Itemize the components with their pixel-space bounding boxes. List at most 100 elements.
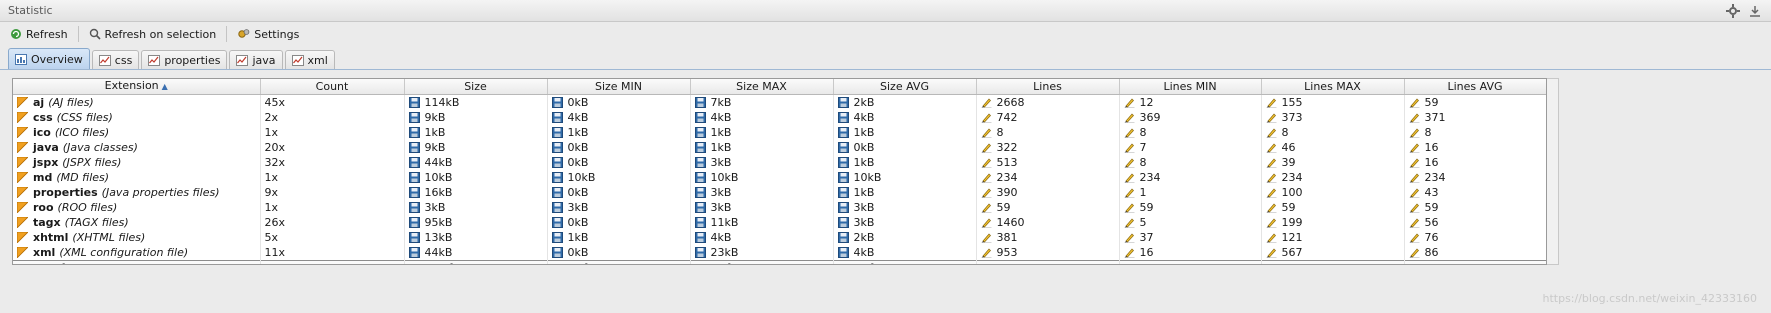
pencil-lines-icon bbox=[1409, 143, 1419, 153]
search-icon bbox=[89, 28, 101, 40]
value-size-min: 0kB bbox=[567, 156, 589, 169]
settings-button[interactable]: Settings bbox=[235, 28, 301, 41]
column-header-lines[interactable]: Lines bbox=[976, 79, 1120, 95]
total-row: Total: 153x 362kB 23kB 74kB 36kB 7730 756 1901 10… bbox=[13, 260, 1546, 265]
value-size-min: 0kB bbox=[567, 141, 589, 154]
cell-lines-max: 121 bbox=[1261, 230, 1405, 245]
table-row[interactable]: md (MD files) 1x 10kB 10kB 10kB 10kB 234 234 234 2… bbox=[13, 170, 1546, 185]
value-lines-avg: 16 bbox=[1424, 156, 1439, 169]
cell-lines: 742 bbox=[976, 110, 1120, 125]
value-lines-avg: 86 bbox=[1424, 246, 1439, 259]
disk-size-icon bbox=[408, 172, 420, 183]
pencil-lines-icon bbox=[1124, 113, 1134, 123]
disk-size-icon bbox=[694, 157, 706, 168]
pencil-lines-icon bbox=[1409, 264, 1420, 265]
total-size: 362kB bbox=[425, 262, 467, 264]
tab-overview[interactable]: Overview bbox=[8, 48, 90, 69]
tab-xml[interactable]: xml bbox=[284, 50, 335, 69]
table-row[interactable]: jspx (JSPX files) 32x 44kB 0kB 3kB 1kB 513 8 39 16 bbox=[13, 155, 1546, 170]
cell-lines: 8 bbox=[976, 125, 1120, 140]
value-lines-avg: 371 bbox=[1424, 111, 1446, 124]
pencil-lines-icon bbox=[1409, 128, 1419, 138]
column-header-size-max[interactable]: Size MAX bbox=[690, 79, 834, 95]
column-header-lines-avg[interactable]: Lines AVG bbox=[1404, 79, 1546, 95]
column-header-size-avg[interactable]: Size AVG bbox=[833, 79, 977, 95]
table-row[interactable]: ico (ICO files) 1x 1kB 1kB 1kB 1kB 8 8 8 8 bbox=[13, 125, 1546, 140]
minimize-icon[interactable] bbox=[1747, 3, 1763, 19]
extension-name: jspx bbox=[33, 156, 59, 169]
table-row[interactable]: xhtml (XHTML files) 5x 13kB 1kB 4kB 2kB 381 37 12… bbox=[13, 230, 1546, 245]
chart-icon bbox=[98, 54, 111, 66]
refresh-button[interactable]: Refresh bbox=[8, 28, 70, 41]
value-size: 3kB bbox=[424, 201, 446, 214]
cell-extension: java (Java classes) bbox=[13, 140, 261, 155]
cell-size: 44kB bbox=[404, 155, 548, 170]
cell-size-min: 0kB bbox=[547, 245, 691, 261]
vertical-scrollbar[interactable] bbox=[1547, 78, 1559, 265]
tab-css[interactable]: css bbox=[91, 50, 140, 69]
cell-lines-max: 46 bbox=[1261, 140, 1405, 155]
value-size: 44kB bbox=[424, 156, 453, 169]
value-lines-avg: 59 bbox=[1424, 201, 1439, 214]
pencil-lines-icon bbox=[1124, 188, 1134, 198]
column-header-lines-max[interactable]: Lines MAX bbox=[1261, 79, 1405, 95]
value-lines-avg: 59 bbox=[1424, 96, 1439, 109]
value-size-min: 0kB bbox=[567, 246, 589, 259]
cell-count: 1x bbox=[260, 200, 405, 215]
pencil-lines-icon bbox=[981, 143, 991, 153]
value-lines-max: 155 bbox=[1281, 96, 1303, 109]
disk-size-icon bbox=[551, 97, 563, 108]
cell-size-min: 10kB bbox=[547, 170, 691, 185]
statistics-table-container: Extension ▲ Count Size Size MIN Size MAX … bbox=[12, 78, 1547, 265]
sort-ascending-icon: ▲ bbox=[161, 82, 168, 91]
cell-lines-min: 7 bbox=[1119, 140, 1262, 155]
value-lines: 322 bbox=[996, 141, 1018, 154]
table-row[interactable]: xml (XML configuration file) 11x 44kB 0kB 23k… bbox=[13, 245, 1546, 261]
cell-size: 44kB bbox=[404, 245, 548, 261]
table-row[interactable]: tagx (TAGX files) 26x 95kB 0kB 11kB 3kB 1460 5 19… bbox=[13, 215, 1546, 230]
tab-properties[interactable]: properties bbox=[141, 50, 228, 69]
cell-lines-max: 567 bbox=[1261, 245, 1405, 261]
cell-size-avg: 4kB bbox=[833, 110, 977, 125]
total-size-avg: 36kB bbox=[854, 262, 888, 264]
cell-size-avg: 2kB bbox=[833, 94, 977, 110]
file-type-icon bbox=[17, 247, 28, 258]
value-lines-min: 16 bbox=[1139, 246, 1154, 259]
cell-count: 32x bbox=[260, 155, 405, 170]
value-lines-min: 7 bbox=[1139, 141, 1147, 154]
pencil-lines-icon bbox=[1266, 128, 1276, 138]
table-row[interactable]: roo (ROO files) 1x 3kB 3kB 3kB 3kB 59 59 59 59 bbox=[13, 200, 1546, 215]
disk-size-icon bbox=[551, 142, 563, 153]
table-row[interactable]: aj (AJ files) 45x 114kB 0kB 7kB 2kB 2668 12 155 59 bbox=[13, 94, 1546, 110]
view-title: Statistic bbox=[8, 4, 53, 17]
table-row[interactable]: properties (Java properties files) 9x 16kB 0… bbox=[13, 185, 1546, 200]
cell-lines-max: 8 bbox=[1261, 125, 1405, 140]
extension-description: (XML configuration file) bbox=[59, 246, 189, 259]
pencil-lines-icon bbox=[1124, 218, 1134, 228]
refresh-on-selection-button[interactable]: Refresh on selection bbox=[87, 28, 219, 41]
column-header-count[interactable]: Count bbox=[260, 79, 405, 95]
pencil-lines-icon bbox=[1266, 188, 1276, 198]
value-lines-avg: 16 bbox=[1424, 141, 1439, 154]
table-row[interactable]: css (CSS files) 2x 9kB 4kB 4kB 4kB 742 369 373 371 bbox=[13, 110, 1546, 125]
disk-size-icon bbox=[837, 247, 849, 258]
column-header-lines-min[interactable]: Lines MIN bbox=[1119, 79, 1262, 95]
tab-java[interactable]: java bbox=[229, 50, 283, 69]
gear-menu-icon[interactable] bbox=[1725, 3, 1741, 19]
disk-size-icon bbox=[408, 127, 420, 138]
file-type-icon bbox=[17, 264, 28, 265]
cell-lines-avg: 8 bbox=[1404, 125, 1546, 140]
value-size-min: 0kB bbox=[567, 216, 589, 229]
extension-description: (AJ files) bbox=[48, 96, 94, 109]
tab-label: java bbox=[252, 53, 276, 67]
column-header-size[interactable]: Size bbox=[404, 79, 548, 95]
table-row[interactable]: java (Java classes) 20x 9kB 0kB 1kB 0kB 322 7 46 1… bbox=[13, 140, 1546, 155]
file-type-icon bbox=[17, 142, 28, 153]
column-header-extension[interactable]: Extension ▲ bbox=[13, 79, 261, 95]
chart-icon bbox=[148, 54, 161, 66]
cell-lines-max: 155 bbox=[1261, 94, 1405, 110]
disk-size-icon bbox=[838, 264, 849, 265]
column-header-size-min[interactable]: Size MIN bbox=[547, 79, 691, 95]
value-lines-max: 234 bbox=[1281, 171, 1303, 184]
value-lines-avg: 76 bbox=[1424, 231, 1439, 244]
